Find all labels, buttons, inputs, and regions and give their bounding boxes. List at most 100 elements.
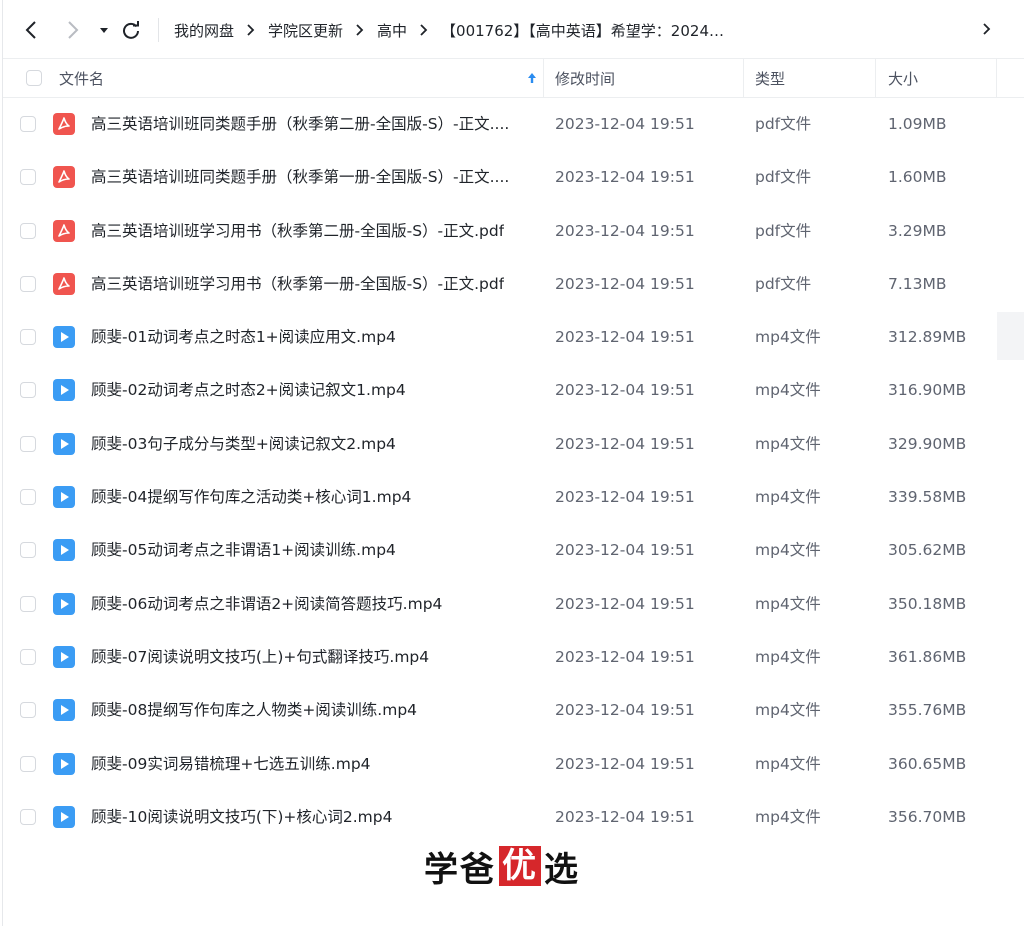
modified-time: 2023-12-04 19:51 [555,754,695,773]
file-size: 316.90MB [888,381,967,400]
file-name[interactable]: 高三英语培训班同类题手册（秋季第一册-全国版-S）-正文.... [91,151,509,204]
file-type: mp4文件 [755,807,821,826]
table-row[interactable]: 顾斐-05动词考点之非谓语1+阅读训练.mp4 2023-12-04 19:51 m… [0,524,1024,577]
column-header-type-label: 类型 [755,69,786,88]
history-dropdown-button[interactable] [90,16,118,44]
file-name[interactable]: 顾斐-10阅读说明文技巧(下)+核心词2.mp4 [91,791,393,844]
row-checkbox[interactable] [20,169,36,186]
navigation-bar: 我的网盘 学院区更新 高中 【001762】【高中英语】希望学：2024届【秋上… [0,0,1024,60]
column-header-size[interactable]: 大小 [888,59,996,97]
file-type: pdf文件 [755,274,812,293]
row-checkbox[interactable] [20,595,36,612]
file-type: mp4文件 [755,381,821,400]
file-type: pdf文件 [755,168,812,187]
table-row[interactable]: 顾斐-04提纲写作句库之活动类+核心词1.mp4 2023-12-04 19:51… [0,471,1024,524]
video-icon [53,752,75,775]
file-type: mp4文件 [755,488,821,507]
file-size: 3.29MB [888,221,947,240]
file-name[interactable]: 顾斐-08提纲写作句库之人物类+阅读训练.mp4 [91,684,417,737]
file-name[interactable]: 顾斐-02动词考点之时态2+阅读记叙文1.mp4 [91,364,406,417]
table-row[interactable]: 顾斐-07阅读说明文技巧(上)+句式翻译技巧.mp4 2023-12-04 19:… [0,631,1024,684]
caret-down-icon [100,28,108,33]
file-name[interactable]: 高三英语培训班同类题手册（秋季第二册-全国版-S）-正文.... [91,98,509,151]
chevron-right-icon [246,23,256,37]
table-row[interactable]: 高三英语培训班学习用书（秋季第二册-全国版-S）-正文.pdf 2023-12-0… [0,205,1024,258]
video-icon [53,645,75,668]
file-type: mp4文件 [755,701,821,720]
row-checkbox[interactable] [20,702,36,719]
column-header-size-label: 大小 [888,69,919,88]
table-row[interactable]: 顾斐-10阅读说明文技巧(下)+核心词2.mp4 2023-12-04 19:51… [0,791,1024,844]
scrollbar-thumb[interactable] [997,312,1024,360]
file-size: 1.60MB [888,168,947,187]
table-row[interactable]: 顾斐-01动词考点之时态1+阅读应用文.mp4 2023-12-04 19:51 m… [0,311,1024,364]
row-checkbox[interactable] [20,329,36,346]
row-checkbox[interactable] [20,808,36,825]
modified-time: 2023-12-04 19:51 [555,115,695,133]
column-header-time[interactable]: 修改时间 [555,59,743,97]
column-divider [743,59,744,97]
refresh-button[interactable] [117,16,145,44]
video-icon [53,699,75,722]
column-header-name[interactable]: 文件名 [59,59,543,97]
breadcrumb-item-current-folder[interactable]: 【001762】【高中英语】希望学：2024届【秋上.全国版S】高三英语培训..… [441,20,727,41]
file-size: 350.18MB [888,594,967,613]
column-header-type[interactable]: 类型 [755,59,875,97]
chevron-right-icon [983,23,991,35]
modified-time: 2023-12-04 19:51 [555,168,695,187]
chevron-left-icon [25,21,36,39]
row-checkbox[interactable] [20,222,36,239]
file-name[interactable]: 顾斐-01动词考点之时态1+阅读应用文.mp4 [91,311,396,364]
file-name[interactable]: 顾斐-06动词考点之非谓语2+阅读简答题技巧.mp4 [91,578,442,631]
file-name[interactable]: 顾斐-04提纲写作句库之活动类+核心词1.mp4 [91,471,411,524]
row-checkbox[interactable] [20,116,36,132]
file-size: 305.62MB [888,541,967,560]
table-row[interactable]: 顾斐-08提纲写作句库之人物类+阅读训练.mp4 2023-12-04 19:51… [0,684,1024,737]
row-checkbox[interactable] [20,382,36,399]
nav-divider [158,18,159,42]
file-name[interactable]: 顾斐-03句子成分与类型+阅读记叙文2.mp4 [91,418,396,471]
select-all-checkbox[interactable] [26,70,42,86]
table-row[interactable]: 顾斐-03句子成分与类型+阅读记叙文2.mp4 2023-12-04 19:51 m… [0,418,1024,471]
table-row[interactable]: 高三英语培训班同类题手册（秋季第一册-全国版-S）-正文.... 2023-12-… [0,151,1024,204]
breadcrumb-item-my-drive[interactable]: 我的网盘 [174,20,234,41]
table-row[interactable]: 顾斐-09实词易错梳理+七选五训练.mp4 2023-12-04 19:51 mp4… [0,738,1024,791]
modified-time: 2023-12-04 19:51 [555,647,695,666]
chevron-right-icon [68,21,79,39]
file-name[interactable]: 顾斐-07阅读说明文技巧(上)+句式翻译技巧.mp4 [91,631,429,684]
file-size: 339.58MB [888,488,967,507]
file-type: mp4文件 [755,541,821,560]
table-row[interactable]: 高三英语培训班同类题手册（秋季第二册-全国版-S）-正文.... 2023-12-… [0,98,1024,151]
table-row[interactable]: 高三英语培训班学习用书（秋季第一册-全国版-S）-正文.pdf 2023-12-0… [0,258,1024,311]
table-row[interactable]: 顾斐-06动词考点之非谓语2+阅读简答题技巧.mp4 2023-12-04 19:… [0,578,1024,631]
row-checkbox[interactable] [20,648,36,665]
file-size: 355.76MB [888,701,967,720]
forward-button[interactable] [58,16,86,44]
row-checkbox[interactable] [20,275,36,292]
back-button[interactable] [18,16,46,44]
file-type: pdf文件 [755,221,812,240]
video-icon [53,805,75,828]
row-checkbox[interactable] [20,542,36,559]
file-name[interactable]: 高三英语培训班学习用书（秋季第二册-全国版-S）-正文.pdf [91,205,504,258]
file-name[interactable]: 高三英语培训班学习用书（秋季第一册-全国版-S）-正文.pdf [91,258,504,311]
breadcrumb-more-button[interactable] [982,21,992,40]
video-icon [53,326,75,349]
breadcrumb-item-highschool[interactable]: 高中 [377,20,407,41]
file-type: mp4文件 [755,754,821,773]
video-icon [53,486,75,509]
file-name[interactable]: 顾斐-09实词易错梳理+七选五训练.mp4 [91,738,371,791]
file-type: pdf文件 [755,115,812,133]
column-divider [996,59,997,97]
row-checkbox[interactable] [20,489,36,506]
video-icon [53,539,75,562]
chevron-right-icon [355,23,365,37]
row-checkbox[interactable] [20,755,36,772]
video-icon [53,432,75,455]
table-row[interactable]: 顾斐-02动词考点之时态2+阅读记叙文1.mp4 2023-12-04 19:51… [0,364,1024,417]
sort-arrow-up-icon [528,73,536,83]
file-name[interactable]: 顾斐-05动词考点之非谓语1+阅读训练.mp4 [91,524,396,577]
row-checkbox[interactable] [20,435,36,452]
video-icon [53,592,75,615]
breadcrumb-item-academy[interactable]: 学院区更新 [268,20,343,41]
